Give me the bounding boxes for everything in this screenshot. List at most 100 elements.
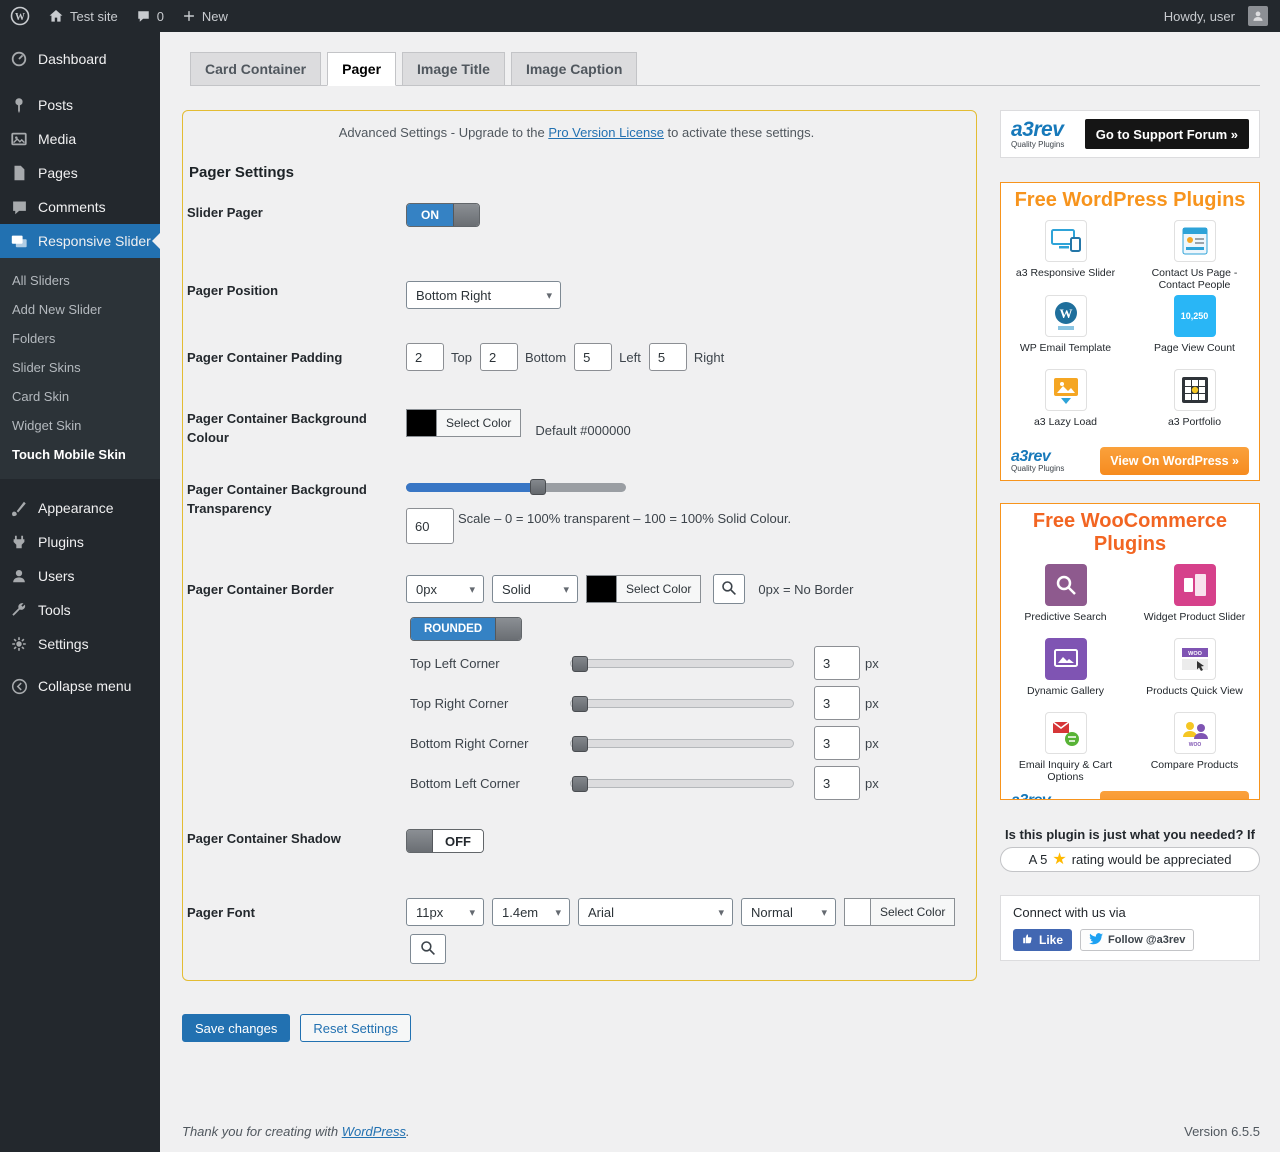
tab-image-title[interactable]: Image Title xyxy=(402,52,505,85)
padding-bottom-input[interactable] xyxy=(480,343,518,371)
plugin-item[interactable]: 10,250 Page View Count xyxy=(1130,295,1259,365)
corner-input[interactable] xyxy=(814,686,860,720)
sidebar-item-settings[interactable]: Settings xyxy=(0,627,160,661)
corner-input[interactable] xyxy=(814,726,860,760)
box-footer: a3rev Quality Plugins View On WordPress … xyxy=(1001,447,1259,475)
plugin-item[interactable]: Email Inquiry & Cart Options xyxy=(1001,712,1130,783)
plugin-item[interactable]: a3 Portfolio xyxy=(1130,369,1259,439)
slider-handle[interactable] xyxy=(572,776,588,792)
plugin-item[interactable]: Widget Product Slider xyxy=(1130,564,1259,634)
collapse-menu-button[interactable]: Collapse menu xyxy=(0,669,160,703)
svg-text:W: W xyxy=(1059,306,1072,321)
corner-slider[interactable] xyxy=(570,739,794,748)
padding-left-input[interactable] xyxy=(574,343,612,371)
form-actions: Save changes Reset Settings xyxy=(182,1014,411,1042)
border-preview-button[interactable] xyxy=(713,574,745,604)
site-name-link[interactable]: Test site xyxy=(48,8,118,24)
new-button[interactable]: New xyxy=(182,9,228,24)
sidebar-item-appearance[interactable]: Appearance xyxy=(0,491,160,525)
sidebar-item-media[interactable]: Media xyxy=(0,122,160,156)
submenu-item-slider-skins[interactable]: Slider Skins xyxy=(0,353,160,382)
plugin-item[interactable]: Contact Us Page - Contact People xyxy=(1130,220,1259,291)
sidebar-item-posts[interactable]: Posts xyxy=(0,88,160,122)
plugin-item[interactable]: Predictive Search xyxy=(1001,564,1130,634)
slider-handle[interactable] xyxy=(572,656,588,672)
tab-card-container[interactable]: Card Container xyxy=(190,52,321,85)
submenu-item-widget-skin[interactable]: Widget Skin xyxy=(0,411,160,440)
comments-shortcut[interactable]: 0 xyxy=(136,9,164,24)
submenu-item-add-new-slider[interactable]: Add New Slider xyxy=(0,295,160,324)
sidebar-item-plugins[interactable]: Plugins xyxy=(0,525,160,559)
twitter-follow-button[interactable]: Follow @a3rev xyxy=(1080,929,1194,951)
email-inquiry-cart-options-icon xyxy=(1045,712,1087,754)
font-size-select[interactable]: 11px xyxy=(406,898,484,926)
support-forum-button[interactable]: Go to Support Forum » xyxy=(1085,119,1249,149)
border-color-swatch[interactable] xyxy=(586,575,616,603)
shadow-toggle[interactable]: OFF xyxy=(406,829,484,853)
submenu-item-all-sliders[interactable]: All Sliders xyxy=(0,266,160,295)
font-family-select[interactable]: Arial xyxy=(578,898,733,926)
rounded-toggle[interactable]: ROUNDED xyxy=(410,617,522,641)
sidebar-item-responsive-slider[interactable]: Responsive Slider xyxy=(0,224,160,258)
corner-slider[interactable] xyxy=(570,659,794,668)
plugins-grid: Predictive Search Widget Product Slider … xyxy=(1001,564,1259,783)
promo-column: a3rev Quality Plugins Go to Support Foru… xyxy=(1000,110,1260,1152)
sidebar-item-dashboard[interactable]: Dashboard xyxy=(0,42,160,76)
wordpress-logo-icon[interactable]: W xyxy=(10,6,30,26)
plugin-item[interactable]: Dynamic Gallery xyxy=(1001,638,1130,708)
font-weight-select[interactable]: Normal xyxy=(741,898,836,926)
padding-top-input[interactable] xyxy=(406,343,444,371)
sidebar-item-comments[interactable]: Comments xyxy=(0,190,160,224)
plugin-item[interactable]: WOO Compare Products xyxy=(1130,712,1259,783)
padding-right-input[interactable] xyxy=(649,343,687,371)
dashboard-icon xyxy=(9,50,29,68)
bg-select-color-button[interactable]: Select Color xyxy=(436,409,521,437)
transparency-input[interactable] xyxy=(406,508,454,544)
slider-handle[interactable] xyxy=(572,736,588,752)
sidebar-item-users[interactable]: Users xyxy=(0,559,160,593)
comments-bubble-icon xyxy=(9,199,29,216)
submenu-item-touch-mobile-skin[interactable]: Touch Mobile Skin xyxy=(0,440,160,469)
line-height-select[interactable]: 1.4em xyxy=(492,898,570,926)
border-style-select[interactable]: Solid xyxy=(492,575,578,603)
font-select-color-button[interactable]: Select Color xyxy=(870,898,955,926)
border-select-color-button[interactable]: Select Color xyxy=(616,575,701,603)
account-menu[interactable]: Howdy, user xyxy=(1164,6,1268,26)
px-unit: px xyxy=(865,656,879,671)
plugin-item[interactable]: WOO Products Quick View xyxy=(1130,638,1259,708)
rating-link[interactable]: A 5 ★ rating would be appreciated xyxy=(1000,847,1260,872)
submenu-item-folders[interactable]: Folders xyxy=(0,324,160,353)
save-button[interactable]: Save changes xyxy=(182,1014,290,1042)
wp-email-template-icon: W xyxy=(1045,295,1087,337)
corner-input[interactable] xyxy=(814,766,860,800)
font-color-swatch[interactable] xyxy=(844,898,870,926)
plugin-item[interactable]: a3 Lazy Load xyxy=(1001,369,1130,439)
tab-pager[interactable]: Pager xyxy=(327,52,396,86)
slider-pager-toggle[interactable]: ON xyxy=(406,203,480,227)
notice-text: Advanced Settings - Upgrade to the xyxy=(339,125,549,140)
corner-slider[interactable] xyxy=(570,779,794,788)
padding-word: Top xyxy=(451,350,472,365)
tab-image-caption[interactable]: Image Caption xyxy=(511,52,637,85)
wordpress-link[interactable]: WordPress xyxy=(342,1124,406,1139)
border-width-select[interactable]: 0px xyxy=(406,575,484,603)
transparency-slider[interactable] xyxy=(406,483,626,492)
bg-color-swatch[interactable] xyxy=(406,409,436,437)
plugin-item[interactable]: a3 Responsive Slider xyxy=(1001,220,1130,291)
slider-handle[interactable] xyxy=(572,696,588,712)
sidebar-item-tools[interactable]: Tools xyxy=(0,593,160,627)
reset-button[interactable]: Reset Settings xyxy=(300,1014,411,1042)
plugin-item[interactable]: W WP Email Template xyxy=(1001,295,1130,365)
view-on-wordpress-button[interactable]: View On WordPress » xyxy=(1100,791,1249,800)
sidebar-item-pages[interactable]: Pages xyxy=(0,156,160,190)
slider-handle[interactable] xyxy=(530,479,546,495)
corner-input[interactable] xyxy=(814,646,860,680)
submenu-item-card-skin[interactable]: Card Skin xyxy=(0,382,160,411)
font-preview-button[interactable] xyxy=(410,934,446,964)
view-on-wordpress-button[interactable]: View On WordPress » xyxy=(1100,447,1249,475)
corner-slider[interactable] xyxy=(570,699,794,708)
pro-version-license-link[interactable]: Pro Version License xyxy=(548,125,664,140)
facebook-like-button[interactable]: Like xyxy=(1013,929,1072,951)
pager-position-select[interactable]: Bottom Right xyxy=(406,281,561,309)
pushpin-icon xyxy=(9,96,29,114)
